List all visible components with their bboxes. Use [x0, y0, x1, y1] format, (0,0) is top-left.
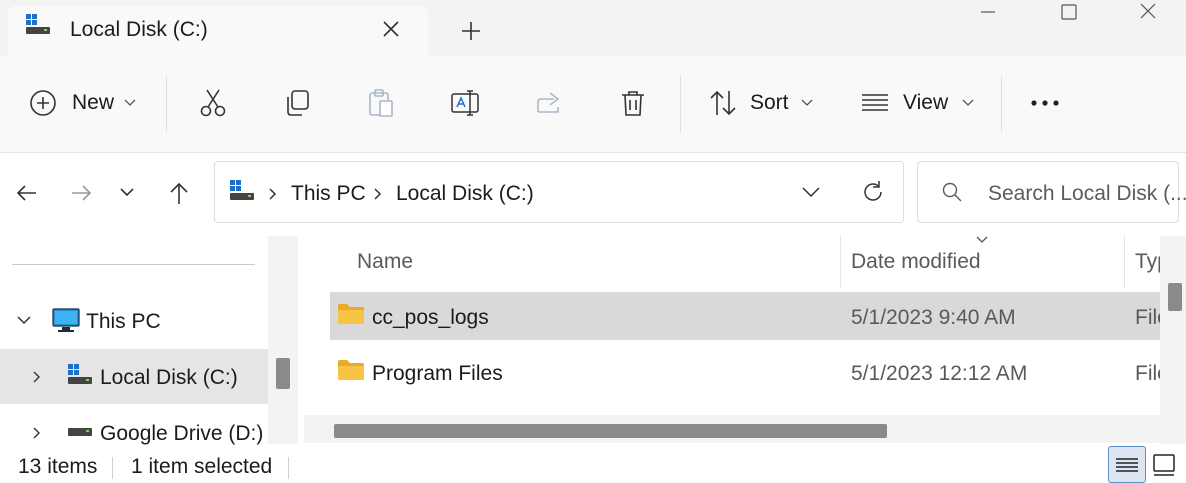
folder-icon: [337, 303, 365, 325]
details-view-icon: [1116, 458, 1138, 472]
drive-icon: [24, 12, 52, 36]
maximize-icon[interactable]: [1053, 0, 1085, 24]
cut-icon[interactable]: [198, 88, 228, 118]
new-button[interactable]: New: [28, 88, 136, 118]
nav-scrollbar[interactable]: [268, 236, 298, 444]
chevron-down-icon: [962, 99, 974, 107]
up-icon[interactable]: [164, 178, 194, 208]
toolbar-separator: [166, 76, 167, 132]
toolbar-separator: [680, 76, 681, 132]
tab-title: Local Disk (C:): [70, 18, 208, 41]
expand-chevron-right-icon[interactable]: [32, 426, 42, 440]
column-header-type[interactable]: Typ: [1135, 250, 1160, 274]
view-lines-icon: [860, 88, 890, 118]
share-icon[interactable]: [534, 88, 564, 118]
column-header-date-modified[interactable]: Date modified: [851, 250, 981, 274]
drive-icon: [66, 362, 94, 386]
search-icon: [941, 181, 963, 203]
rename-icon[interactable]: [450, 88, 480, 118]
nav-item-this-pc[interactable]: This PC: [86, 310, 161, 334]
selection-count: 1 item selected: [131, 455, 273, 478]
refresh-icon[interactable]: [860, 179, 886, 205]
expand-chevron-right-icon[interactable]: [32, 370, 42, 384]
nav-scrollbar-thumb[interactable]: [276, 358, 290, 389]
nav-divider: [12, 264, 255, 265]
command-bar: [0, 56, 1186, 153]
status-separator: [288, 457, 289, 479]
details-view-button[interactable]: [1108, 446, 1146, 483]
new-tab-icon[interactable]: [456, 16, 486, 46]
vertical-scrollbar[interactable]: [1160, 236, 1186, 444]
sort-indicator-icon: [975, 236, 989, 244]
this-pc-icon: [52, 306, 80, 334]
column-separator[interactable]: [840, 236, 841, 288]
file-type: File: [1135, 306, 1160, 329]
file-date-modified: 5/1/2023 12:12 AM: [851, 362, 1028, 385]
sort-arrows-icon: [708, 88, 738, 118]
drive-icon: [228, 178, 256, 202]
chevron-down-icon: [801, 99, 813, 107]
drive-icon: [66, 424, 94, 440]
folder-icon: [337, 359, 365, 381]
file-date-modified: 5/1/2023 9:40 AM: [851, 306, 1016, 329]
sort-button[interactable]: Sort: [708, 88, 813, 118]
forward-icon[interactable]: [66, 178, 96, 208]
tab-close-icon[interactable]: [376, 14, 406, 44]
minimize-icon[interactable]: [972, 0, 1004, 24]
toolbar-separator: [1001, 76, 1002, 132]
tiles-view-button[interactable]: [1150, 446, 1180, 483]
file-type: File: [1135, 362, 1160, 385]
column-header-name[interactable]: Name: [357, 250, 413, 274]
vertical-scrollbar-thumb[interactable]: [1168, 283, 1182, 311]
breadcrumb-separator-icon[interactable]: [268, 187, 278, 201]
column-separator[interactable]: [1124, 236, 1125, 288]
plus-circle-icon: [28, 88, 58, 118]
status-separator: [112, 457, 113, 479]
delete-icon[interactable]: [618, 88, 648, 118]
recent-locations-icon[interactable]: [118, 186, 136, 198]
new-label: New: [72, 91, 115, 114]
view-button[interactable]: View: [860, 88, 974, 118]
breadcrumb-separator-icon[interactable]: [373, 187, 383, 201]
sort-label: Sort: [750, 91, 789, 114]
item-count: 13 items: [18, 455, 98, 478]
back-icon[interactable]: [12, 178, 42, 208]
nav-item-google-drive[interactable]: Google Drive (D:): [100, 422, 263, 446]
address-history-chevron-icon[interactable]: [800, 185, 822, 199]
breadcrumb-this-pc[interactable]: This PC: [291, 182, 366, 206]
expand-chevron-down-icon[interactable]: [16, 314, 32, 326]
breadcrumb-local-disk[interactable]: Local Disk (C:): [396, 182, 534, 206]
chevron-down-icon: [124, 99, 136, 107]
search-placeholder: Search Local Disk (...: [988, 182, 1186, 205]
file-name[interactable]: cc_pos_logs: [372, 306, 489, 330]
copy-icon[interactable]: [282, 88, 312, 118]
more-options-icon[interactable]: [1030, 88, 1062, 118]
view-label: View: [903, 91, 949, 114]
horizontal-scrollbar-thumb[interactable]: [334, 424, 887, 438]
close-window-icon[interactable]: [1132, 0, 1164, 24]
tiles-view-icon: [1153, 454, 1175, 476]
nav-item-local-disk[interactable]: Local Disk (C:): [100, 366, 238, 390]
paste-icon[interactable]: [366, 88, 396, 118]
file-name[interactable]: Program Files: [372, 362, 503, 386]
